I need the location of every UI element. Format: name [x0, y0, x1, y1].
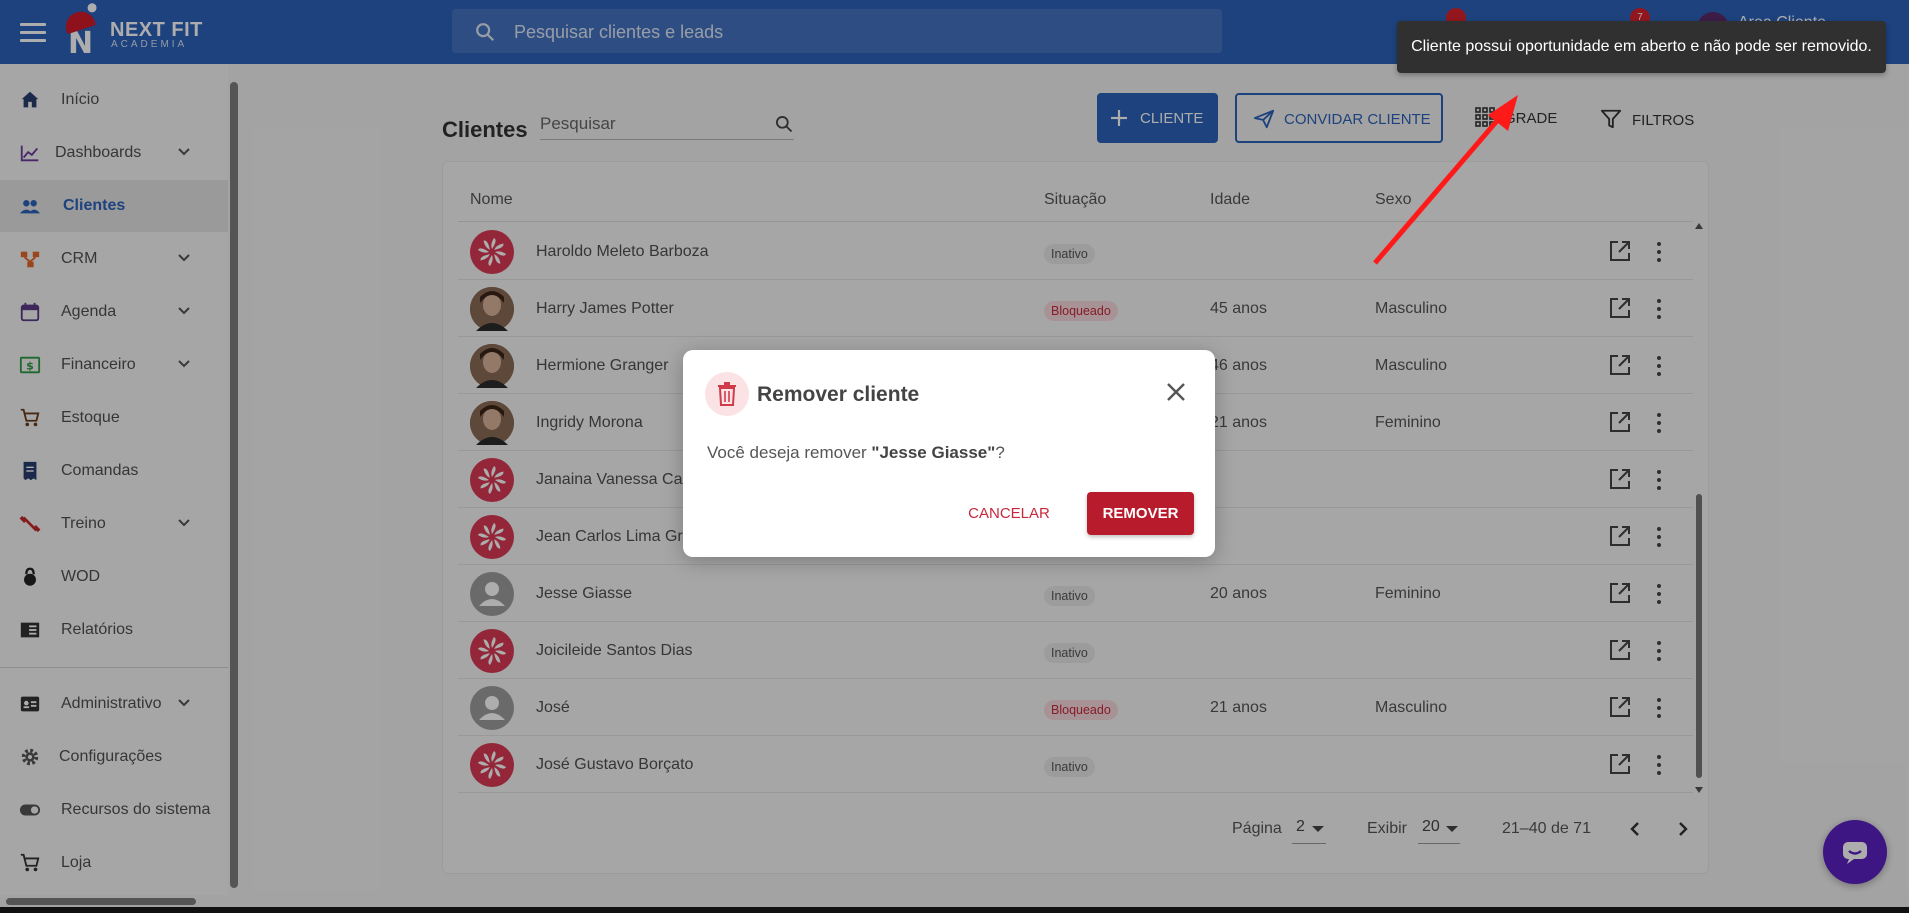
dialog-message: Você deseja remover "Jesse Giasse"?: [707, 443, 1005, 462]
dialog-title: Remover cliente: [757, 383, 920, 406]
window-bottom-edge: [0, 907, 1909, 913]
cancel-button[interactable]: CANCELAR: [959, 492, 1059, 534]
close-icon[interactable]: [1165, 381, 1187, 403]
error-tooltip: Cliente possui oportunidade em aberto e …: [1397, 21, 1886, 73]
remove-button[interactable]: REMOVER: [1087, 492, 1194, 535]
remove-client-dialog: Remover cliente Você deseja remover "Jes…: [683, 350, 1215, 557]
annotation-arrow: [1373, 95, 1518, 265]
trash-icon: [705, 372, 749, 416]
client-name-highlight: "Jesse Giasse": [871, 443, 996, 462]
